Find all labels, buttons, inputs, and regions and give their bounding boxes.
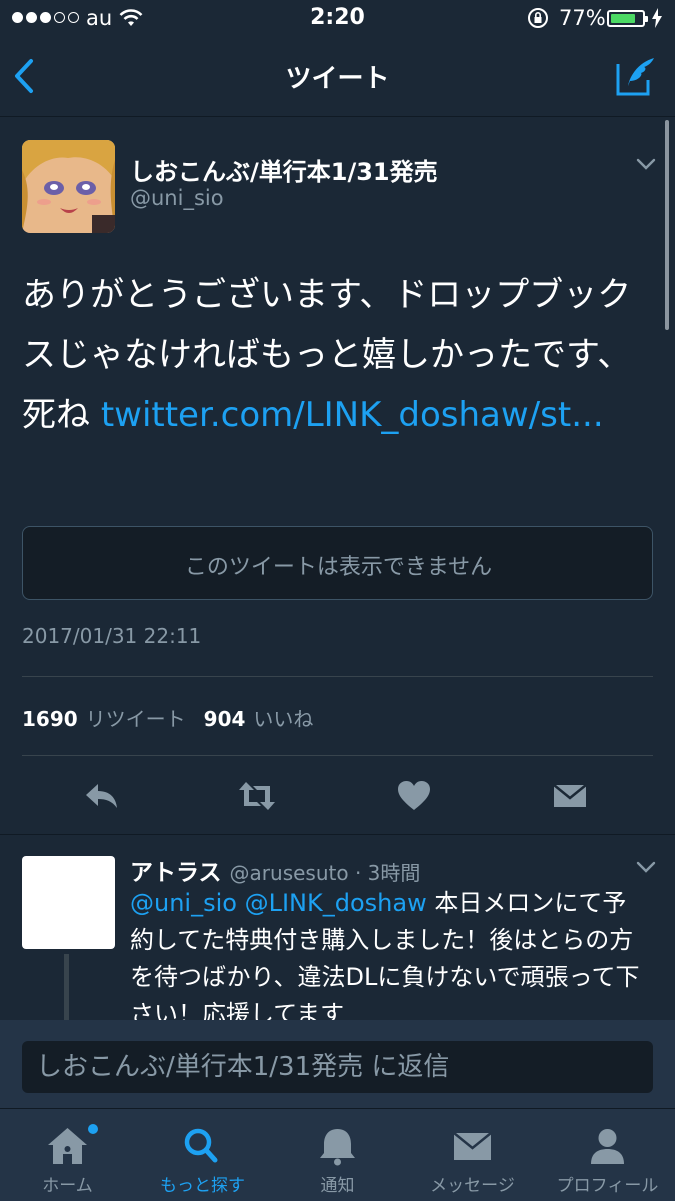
tweet-author-handle[interactable]: @uni_sio (130, 186, 224, 210)
compose-tweet-icon[interactable] (614, 54, 658, 98)
reply-input[interactable]: しおこんぶ/単行本1/31発売 に返信 (22, 1041, 653, 1093)
like-label[interactable]: いいね (253, 707, 313, 731)
tab-label: 通知 (320, 1176, 355, 1196)
tab-explore[interactable]: もっと探す (135, 1108, 270, 1200)
tweet-link[interactable]: twitter.com/LINK_doshaw/st... (101, 395, 604, 435)
page-title: ツイート (285, 64, 390, 94)
charging-bolt-icon (652, 8, 662, 28)
rotation-lock-icon (528, 8, 548, 28)
envelope-icon (453, 1132, 492, 1160)
navigation-bar: ツイート (0, 38, 675, 117)
mention-link[interactable]: @LINK_doshaw (245, 889, 427, 917)
reply-text: @uni_sio @LINK_doshaw 本日メロンにて予約してた特典付き購入… (130, 885, 650, 1033)
divider (22, 676, 653, 677)
divider (22, 755, 653, 756)
reply-meta: @arusesuto · 3時間 (229, 861, 421, 885)
tab-messages[interactable]: メッセージ (405, 1108, 540, 1200)
tweet-author-name[interactable]: しおこんぶ/単行本1/31発売 (130, 152, 438, 187)
tab-profile[interactable]: プロフィール (540, 1108, 675, 1200)
direct-message-icon[interactable] (550, 776, 590, 816)
quoted-tweet-unavailable-text: このツイートは表示できません (184, 555, 493, 580)
search-icon (184, 1128, 218, 1163)
tweet-timestamp: 2017/01/31 22:11 (22, 624, 202, 648)
chevron-down-icon[interactable] (636, 157, 656, 171)
tab-label: プロフィール (556, 1176, 659, 1196)
battery-icon (607, 10, 648, 27)
divider (0, 834, 675, 835)
tab-home[interactable]: ホーム (0, 1108, 135, 1200)
retweet-label[interactable]: リツイート (86, 707, 186, 731)
mention-link[interactable]: @uni_sio (130, 889, 237, 917)
avatar[interactable] (22, 140, 115, 233)
retweet-icon[interactable] (237, 776, 277, 816)
notification-dot (88, 1124, 98, 1134)
battery-percent: 77% (559, 6, 606, 30)
tab-label: ホーム (42, 1176, 93, 1196)
avatar[interactable] (22, 856, 115, 949)
scrollbar[interactable] (665, 120, 669, 330)
tab-label: もっと探す (160, 1176, 245, 1196)
like-count[interactable]: 904 (204, 707, 246, 731)
reply-author[interactable]: アトラス @arusesuto · 3時間 (130, 853, 420, 887)
thread-line (64, 954, 69, 1024)
reply-icon[interactable] (82, 776, 122, 816)
tab-label: メッセージ (430, 1176, 515, 1196)
chevron-down-icon[interactable] (636, 860, 656, 874)
quoted-tweet-placeholder[interactable]: このツイートは表示できません (22, 526, 653, 600)
like-heart-icon[interactable] (394, 776, 434, 816)
home-icon (48, 1128, 87, 1164)
bell-icon (320, 1129, 355, 1166)
profile-icon (591, 1129, 624, 1164)
retweet-count[interactable]: 1690 (22, 707, 78, 731)
reply-author-name[interactable]: アトラス (130, 860, 222, 886)
tab-notifications[interactable]: 通知 (270, 1108, 405, 1200)
tweet-text: ありがとうございます、ドロップブックスじゃなければもっと嬉しかったです、死ね t… (22, 265, 652, 445)
status-bar: au 2:20 77% (0, 0, 675, 38)
tweet-stats: 1690 リツイート 904 いいね (22, 703, 331, 732)
